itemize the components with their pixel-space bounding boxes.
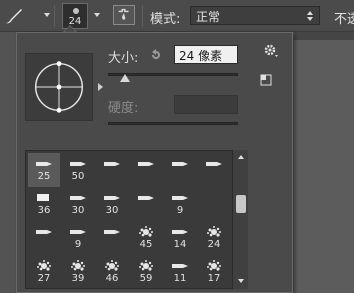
hardness-input [174,95,238,114]
hardness-label: 硬度: [108,101,139,116]
brush-tip-icon [172,264,188,268]
brush-tip-icon [139,260,153,271]
brush-preset-item[interactable]: 36 [28,187,60,221]
brush-tip-icon [37,194,49,201]
brush-preset-item[interactable]: 24 [198,221,230,255]
brush-size-label: 25 [37,171,51,182]
brush-size-label: 59 [139,273,153,284]
brush-tip-icon [138,162,154,166]
brush-tip-icon [37,260,51,271]
brush-tip-icon [172,230,188,234]
brush-preset-item[interactable]: 25 [28,153,60,187]
opacity-label: 不透 [334,12,354,27]
brush-preset-item[interactable]: 9 [62,221,94,255]
brush-preset-item[interactable]: 9 [164,187,196,221]
brush-preset-item[interactable]: 27 [28,255,60,288]
brush-preset-item[interactable]: 45 [130,221,162,255]
brush-tip-icon [36,230,52,234]
brush-size-label: 27 [37,273,51,284]
scroll-down-arrow-icon[interactable] [238,279,244,283]
hardness-slider-track [108,122,238,125]
brush-size-label: 24 [207,239,221,250]
brush-size-label: 36 [37,205,51,216]
brush-tip-icon [207,226,221,237]
brush-tip-icon [203,191,225,205]
brush-preset-item[interactable] [130,153,162,187]
mode-label: 模式: [150,12,181,27]
size-slider-thumb[interactable] [119,74,130,82]
size-input[interactable]: 24 像素 [174,45,238,64]
brush-preset-picker-screen: 24 模式: 正常 不透 大小: 24 像素 硬度: 25 50 36 30 3… [0,0,354,293]
brush-angle-roundness-preview[interactable] [25,53,93,121]
brush-tip-icon [105,260,119,271]
brush-preset-item[interactable]: 30 [96,187,128,221]
brush-preset-item[interactable] [96,153,128,187]
size-value: 24 像素 [179,49,223,63]
brush-size-label: 45 [139,239,153,250]
brush-preset-item[interactable] [198,187,230,221]
brush-preset-item[interactable] [28,221,60,255]
brush-tip-icon [172,162,188,166]
scroll-up-arrow-icon[interactable] [238,155,244,159]
brush-panel-toggle-icon[interactable] [113,5,135,25]
brush-tip-icon [104,196,120,200]
brush-size-label: 14 [173,239,187,250]
brush-size-label: 30 [105,205,119,216]
angle-arrow-icon [98,83,103,91]
brush-tip-icon [138,196,154,200]
brush-list-scrollbar[interactable] [232,150,248,289]
popup-pointer [63,25,77,32]
brush-tip-icon [104,162,120,166]
brush-tip-icon [206,162,222,166]
brush-preset-dropdown-arrow[interactable] [94,13,100,17]
brush-preset-item[interactable]: 39 [62,255,94,288]
brush-preset-item[interactable]: 17 [198,255,230,288]
brush-tip-icon [73,8,79,14]
brush-preset-item[interactable] [198,153,230,187]
reset-icon[interactable] [149,48,163,62]
brush-preset-item[interactable]: 30 [62,187,94,221]
brush-size-label: 9 [74,239,82,250]
brush-preset-item[interactable]: 59 [130,255,162,288]
brush-size-label: 11 [173,273,187,284]
mode-select[interactable]: 正常 [190,6,320,25]
brush-tip-icon [70,230,86,234]
up-down-arrows-icon [307,11,313,21]
brush-tip-icon [70,196,86,200]
mode-value: 正常 [196,10,221,24]
brush-preset-item[interactable]: 50 [62,153,94,187]
brush-tip-icon [139,226,153,237]
brush-preset-item[interactable] [96,221,128,255]
size-label: 大小: [108,51,139,66]
brush-preset-item[interactable]: 46 [96,255,128,288]
brush-tip-icon [71,260,85,271]
brush-icon[interactable] [2,4,26,28]
brush-size-label: 17 [207,273,221,284]
brush-preset-list: 25 50 36 30 30 9 9 45 14 24 27 39 46 59 11 17 [25,150,247,289]
canvas-area [294,32,354,293]
brush-tip-icon [104,230,120,234]
options-bar: 24 模式: 正常 不透 [0,0,354,32]
brush-preset-item[interactable]: 11 [164,255,196,288]
brush-size-label: 39 [71,273,85,284]
brush-tip-icon [70,162,86,166]
brush-preset-popup: 大小: 24 像素 硬度: 25 50 36 30 30 9 9 45 14 24 27 39 46 59… [16,25,293,293]
gear-icon[interactable] [263,43,279,59]
brush-tip-icon [207,260,221,271]
new-preset-icon[interactable] [260,74,272,86]
toolbar-separator [54,5,55,27]
scroll-thumb[interactable] [236,195,246,213]
brush-tip-icon [172,196,188,200]
brush-size-label: 9 [176,205,184,216]
brush-preset-item[interactable] [164,153,196,187]
tool-preset-dropdown-arrow[interactable] [44,13,50,17]
brush-preset-item[interactable]: 14 [164,221,196,255]
brush-size-label: 30 [71,205,85,216]
brush-size-label: 46 [105,273,119,284]
brush-preset-item[interactable] [130,187,162,221]
brush-tip-icon [36,162,52,166]
toolbar-separator [142,5,143,27]
brush-size-label: 50 [71,171,85,182]
